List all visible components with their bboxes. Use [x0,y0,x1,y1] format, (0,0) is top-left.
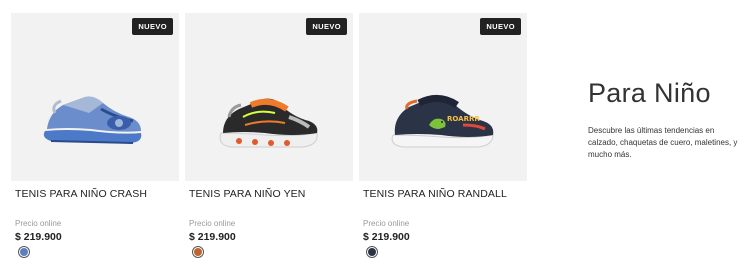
price-label: Precio online [363,219,410,228]
color-swatch[interactable] [18,246,30,258]
promo-description: Descubre las últimas tendencias en calza… [588,126,738,159]
product-price: $ 219.900 [189,231,236,243]
product-image[interactable]: ROARRR NUEVO [359,13,527,181]
color-swatch[interactable] [366,246,378,258]
product-image[interactable]: NUEVO [185,13,353,181]
product-price: $ 219.900 [363,231,410,243]
product-card-crash[interactable]: NUEVO TENIS PARA NIÑO CRASH Precio onlin… [11,13,179,270]
sneaker-blue-icon [43,96,142,144]
product-name[interactable]: TENIS PARA NIÑO RANDALL [363,188,507,200]
product-name[interactable]: TENIS PARA NIÑO CRASH [15,188,147,200]
new-badge: NUEVO [306,18,347,35]
promo-title: Para Niño [588,78,711,108]
svg-text:ROARRR: ROARRR [447,115,480,123]
new-badge: NUEVO [132,18,173,35]
price-label: Precio online [15,219,62,228]
product-image[interactable]: NUEVO [11,13,179,181]
product-price: $ 219.900 [15,231,62,243]
product-card-randall[interactable]: ROARRR NUEVO TENIS PARA NIÑO RANDALL Pre… [359,13,527,270]
sneaker-navy-dino-icon: ROARRR [391,95,494,148]
price-label: Precio online [189,219,236,228]
color-swatch[interactable] [192,246,204,258]
product-card-yen[interactable]: NUEVO TENIS PARA NIÑO YEN Precio online … [185,13,353,270]
new-badge: NUEVO [480,18,521,35]
sneaker-black-orange-icon [219,98,318,148]
product-name[interactable]: TENIS PARA NIÑO YEN [189,188,305,200]
